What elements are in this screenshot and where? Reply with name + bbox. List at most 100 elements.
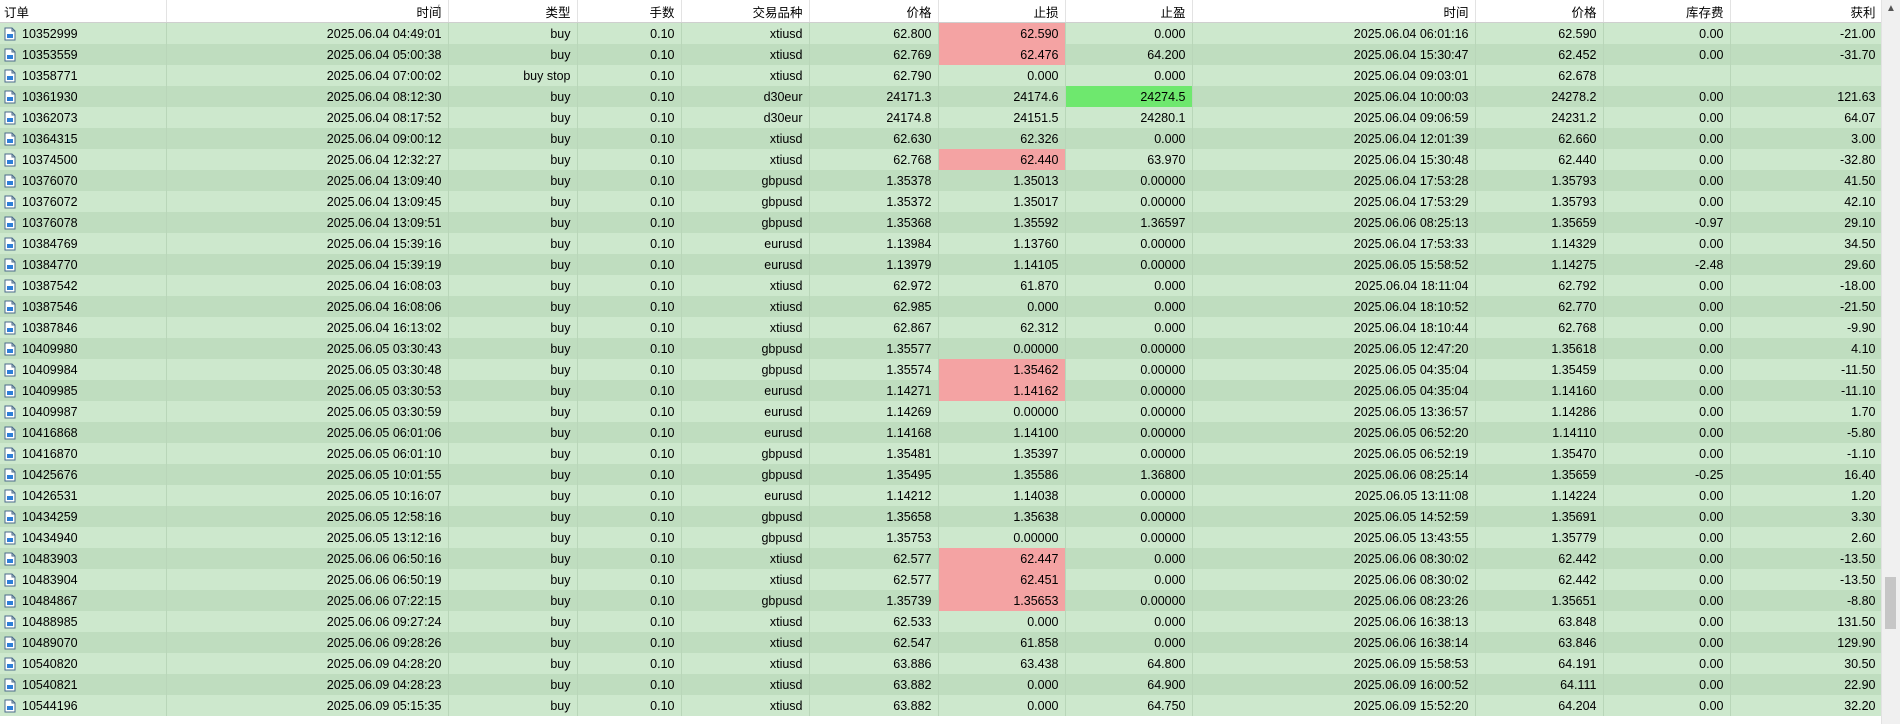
type-cell: buy (448, 22, 578, 44)
close-time-cell: 2025.06.05 04:35:04 (1192, 380, 1476, 401)
symbol-cell: xtiusd (681, 22, 810, 44)
take-profit-cell: 0.00000 (1065, 338, 1193, 359)
symbol-cell: gbpusd (681, 527, 810, 548)
take-profit-cell: 0.00000 (1065, 485, 1193, 506)
stop-loss-cell: 1.35653 (938, 590, 1066, 611)
close-time-cell: 2025.06.04 17:53:29 (1192, 191, 1476, 212)
table-row[interactable]: 10416870 2025.06.05 06:01:10 buy 0.10 gbpusd… (0, 443, 1882, 464)
swap-cell: 0.00 (1603, 233, 1731, 254)
table-row[interactable]: 10416868 2025.06.05 06:01:06 buy 0.10 eurusd… (0, 422, 1882, 443)
volume-cell: 0.10 (577, 86, 682, 107)
order-document-icon (4, 489, 16, 503)
column-header-symbol[interactable]: 交易品种 (681, 0, 810, 23)
stop-loss-cell: 0.00000 (938, 527, 1066, 548)
column-header-order[interactable]: 订单 (0, 0, 167, 23)
swap-cell: 0.00 (1603, 128, 1731, 149)
take-profit-cell: 0.000 (1065, 275, 1193, 296)
table-row[interactable]: 10409987 2025.06.05 03:30:59 buy 0.10 eurusd… (0, 401, 1882, 422)
column-header-open-time[interactable]: 时间 / (166, 0, 449, 23)
symbol-cell: xtiusd (681, 65, 810, 86)
type-cell: buy (448, 86, 578, 107)
close-time-cell: 2025.06.05 13:36:57 (1192, 401, 1476, 422)
vertical-scrollbar[interactable]: ▲ (1881, 0, 1900, 724)
open-time-cell: 2025.06.05 03:30:59 (166, 401, 449, 422)
table-row[interactable]: 10434940 2025.06.05 13:12:16 buy 0.10 gbpusd… (0, 527, 1882, 548)
table-row[interactable]: 10489070 2025.06.06 09:28:26 buy 0.10 xtiusd… (0, 632, 1882, 653)
column-header-profit[interactable]: 获利 (1730, 0, 1882, 23)
table-row[interactable]: 10483903 2025.06.06 06:50:16 buy 0.10 xtiusd… (0, 548, 1882, 569)
scroll-up-arrow-icon[interactable]: ▲ (1886, 3, 1896, 14)
column-header-stop-loss[interactable]: 止损 (938, 0, 1066, 23)
stop-loss-cell: 1.14105 (938, 254, 1066, 275)
volume-cell: 0.10 (577, 22, 682, 44)
table-row[interactable]: 10544196 2025.06.09 05:15:35 buy 0.10 xtiusd… (0, 695, 1882, 716)
column-header-close-price[interactable]: 价格 (1475, 0, 1604, 23)
table-row[interactable]: 10426531 2025.06.05 10:16:07 buy 0.10 eurusd… (0, 485, 1882, 506)
swap-cell: 0.00 (1603, 107, 1731, 128)
open-price-cell: 1.35378 (809, 170, 939, 191)
order-document-icon (4, 195, 16, 209)
table-row[interactable]: 10376070 2025.06.04 13:09:40 buy 0.10 gbpusd… (0, 170, 1882, 191)
open-time-cell: 2025.06.04 07:00:02 (166, 65, 449, 86)
table-row[interactable]: 10484867 2025.06.06 07:22:15 buy 0.10 gbpusd… (0, 590, 1882, 611)
table-row[interactable]: 10540820 2025.06.09 04:28:20 buy 0.10 xtiusd… (0, 653, 1882, 674)
table-row[interactable]: 10374500 2025.06.04 12:32:27 buy 0.10 xtiusd… (0, 149, 1882, 170)
table-row[interactable]: 10376078 2025.06.04 13:09:51 buy 0.10 gbpusd… (0, 212, 1882, 233)
column-header-type[interactable]: 类型 (448, 0, 578, 23)
table-row[interactable]: 10409985 2025.06.05 03:30:53 buy 0.10 eurusd… (0, 380, 1882, 401)
order-document-icon (4, 636, 16, 650)
table-row[interactable]: 10384769 2025.06.04 15:39:16 buy 0.10 eurusd… (0, 233, 1882, 254)
table-row[interactable]: 10362073 2025.06.04 08:17:52 buy 0.10 d30eur… (0, 107, 1882, 128)
column-header-close-time[interactable]: 时间 (1192, 0, 1476, 23)
symbol-cell: d30eur (681, 107, 810, 128)
table-row[interactable]: 10409980 2025.06.05 03:30:43 buy 0.10 gbpusd… (0, 338, 1882, 359)
close-time-cell: 2025.06.05 13:43:55 (1192, 527, 1476, 548)
close-price-cell: 63.846 (1475, 632, 1604, 653)
order-cell: 10353559 (0, 44, 167, 65)
stop-loss-cell: 1.13760 (938, 233, 1066, 254)
type-cell: buy (448, 107, 578, 128)
table-row[interactable]: 10540821 2025.06.09 04:28:23 buy 0.10 xtiusd… (0, 674, 1882, 695)
close-price-cell: 1.35793 (1475, 170, 1604, 191)
column-header-volume[interactable]: 手数 (577, 0, 682, 23)
table-row[interactable]: 10376072 2025.06.04 13:09:45 buy 0.10 gbpusd… (0, 191, 1882, 212)
order-cell: 10387542 (0, 275, 167, 296)
type-cell: buy (448, 359, 578, 380)
table-row[interactable]: 10425676 2025.06.05 10:01:55 buy 0.10 gbpusd… (0, 464, 1882, 485)
table-row[interactable]: 10358771 2025.06.04 07:00:02 buy stop 0.10 x… (0, 65, 1882, 86)
volume-cell: 0.10 (577, 128, 682, 149)
column-header-open-price[interactable]: 价格 (809, 0, 939, 23)
table-row[interactable]: 10384770 2025.06.04 15:39:19 buy 0.10 eurusd… (0, 254, 1882, 275)
order-cell: 10416868 (0, 422, 167, 443)
take-profit-cell: 64.900 (1065, 674, 1193, 695)
take-profit-cell: 24280.1 (1065, 107, 1193, 128)
order-cell: 10434940 (0, 527, 167, 548)
order-number: 10488985 (22, 614, 78, 629)
volume-cell: 0.10 (577, 611, 682, 632)
order-cell: 10409984 (0, 359, 167, 380)
table-row[interactable]: 10488985 2025.06.06 09:27:24 buy 0.10 xtiusd… (0, 611, 1882, 632)
table-row[interactable]: 10387546 2025.06.04 16:08:06 buy 0.10 xtiusd… (0, 296, 1882, 317)
order-document-icon (4, 69, 16, 83)
scrollbar-thumb[interactable] (1885, 577, 1896, 629)
table-row[interactable]: 10483904 2025.06.06 06:50:19 buy 0.10 xtiusd… (0, 569, 1882, 590)
table-row[interactable]: 10364315 2025.06.04 09:00:12 buy 0.10 xtiusd… (0, 128, 1882, 149)
table-row[interactable]: 10434259 2025.06.05 12:58:16 buy 0.10 gbpusd… (0, 506, 1882, 527)
table-row[interactable]: 10361930 2025.06.04 08:12:30 buy 0.10 d30eur… (0, 86, 1882, 107)
profit-cell: 32.20 (1730, 695, 1882, 716)
volume-cell: 0.10 (577, 653, 682, 674)
table-row[interactable]: 10352999 2025.06.04 04:49:01 buy 0.10 xtiusd… (0, 22, 1882, 44)
table-row[interactable]: 10353559 2025.06.04 05:00:38 buy 0.10 xtiusd… (0, 44, 1882, 65)
symbol-cell: gbpusd (681, 359, 810, 380)
symbol-cell: gbpusd (681, 212, 810, 233)
column-header-swap[interactable]: 库存费 (1603, 0, 1731, 23)
history-grid: 订单 时间 / 类型 手数 交易品种 价格 止损 止盈 时间 价格 库存费 获利 … (0, 0, 1882, 724)
order-number: 10483904 (22, 572, 78, 587)
table-row[interactable]: 10409984 2025.06.05 03:30:48 buy 0.10 gbpusd… (0, 359, 1882, 380)
symbol-cell: eurusd (681, 233, 810, 254)
table-row[interactable]: 10387542 2025.06.04 16:08:03 buy 0.10 xtiusd… (0, 275, 1882, 296)
stop-loss-cell: 1.35638 (938, 506, 1066, 527)
profit-cell: 3.00 (1730, 128, 1882, 149)
column-header-take-profit[interactable]: 止盈 (1065, 0, 1193, 23)
table-row[interactable]: 10387846 2025.06.04 16:13:02 buy 0.10 xtiusd… (0, 317, 1882, 338)
